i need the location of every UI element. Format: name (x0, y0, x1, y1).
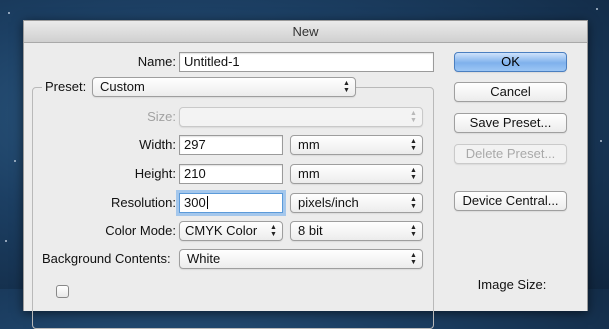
delete-preset-button[interactable]: Delete Preset... (454, 144, 567, 164)
text-cursor (206, 196, 208, 209)
device-central-button[interactable]: Device Central... (454, 191, 567, 211)
size-select[interactable]: ▲ ▼ (179, 107, 423, 127)
cancel-button[interactable]: Cancel (454, 82, 567, 102)
preset-select[interactable]: Custom ▲ ▼ (92, 77, 356, 97)
height-unit-select[interactable]: mm ▲ ▼ (290, 164, 423, 184)
updown-arrows-icon: ▲ ▼ (410, 252, 417, 266)
resolution-unit-select[interactable]: pixels/inch ▲ ▼ (290, 193, 423, 213)
image-size-label: Image Size: (477, 277, 547, 292)
updown-arrows-icon: ▲ ▼ (410, 224, 417, 238)
resolution-value: 300 (184, 195, 206, 210)
width-unit-value: mm (298, 137, 320, 152)
star (8, 12, 10, 14)
updown-arrows-icon: ▲ ▼ (410, 196, 417, 210)
updown-arrows-icon: ▲ ▼ (270, 224, 277, 238)
width-label: Width: (139, 137, 176, 152)
star (5, 240, 7, 242)
width-field[interactable]: 297 (179, 135, 283, 155)
updown-arrows-icon: ▲ ▼ (343, 80, 350, 94)
dialog-title: New (24, 21, 587, 43)
star (596, 8, 598, 10)
star (14, 160, 16, 162)
name-label: Name: (137, 54, 176, 69)
height-field[interactable]: 210 (179, 164, 283, 184)
ok-button[interactable]: OK (454, 52, 567, 72)
new-document-dialog: New Name: Untitled-1 Preset: Custom ▲ ▼ S… (23, 20, 588, 329)
background-contents-label: Background Contents: (42, 251, 171, 266)
height-label: Height: (134, 166, 176, 181)
bit-depth-select[interactable]: 8 bit ▲ ▼ (290, 221, 423, 241)
height-unit-value: mm (298, 166, 320, 181)
bit-depth-value: 8 bit (298, 223, 323, 238)
color-mode-label: Color Mode: (105, 223, 176, 238)
size-label: Size: (147, 109, 176, 124)
name-field[interactable]: Untitled-1 (179, 52, 434, 72)
resolution-unit-value: pixels/inch (298, 195, 359, 210)
updown-arrows-icon: ▲ ▼ (410, 138, 417, 152)
color-mode-select[interactable]: CMYK Color ▲ ▼ (179, 221, 283, 241)
updown-arrows-icon: ▲ ▼ (410, 110, 417, 124)
resolution-label: Resolution: (110, 195, 176, 210)
preset-select-value: Custom (100, 79, 145, 94)
preset-label: Preset: (42, 77, 95, 97)
width-unit-select[interactable]: mm ▲ ▼ (290, 135, 423, 155)
resolution-field[interactable]: 300 (179, 193, 283, 213)
background-contents-value: White (187, 251, 221, 266)
updown-arrows-icon: ▲ ▼ (410, 167, 417, 181)
save-preset-button[interactable]: Save Preset... (454, 113, 567, 133)
background-contents-select[interactable]: White ▲ ▼ (179, 249, 423, 269)
color-mode-value: CMYK Color (185, 223, 258, 238)
advanced-toggle-checkbox[interactable] (56, 285, 69, 298)
star (600, 140, 602, 142)
